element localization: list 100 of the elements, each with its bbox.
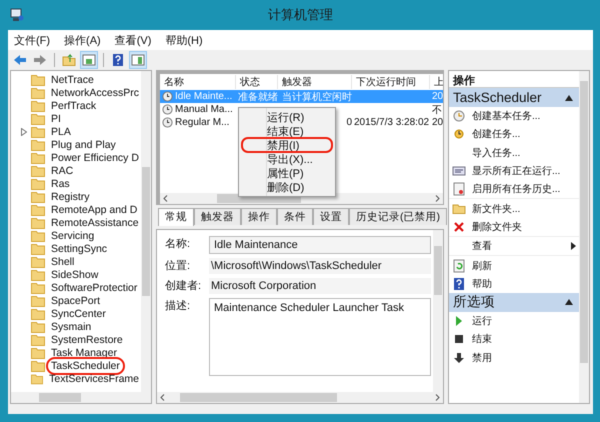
- scrollbar[interactable]: [157, 392, 443, 403]
- name-field[interactable]: Idle Maintenance: [209, 236, 431, 254]
- tree-item[interactable]: RemoteAssistance: [49, 216, 141, 228]
- tree-item[interactable]: Sysmain: [49, 320, 94, 332]
- folder-icon: [31, 334, 45, 346]
- action-item[interactable]: 显示所有正在运行...: [472, 164, 560, 178]
- scroll-right-icon[interactable]: [435, 394, 440, 401]
- tree-item[interactable]: SpacePort: [49, 294, 102, 306]
- section-title[interactable]: TaskScheduler: [453, 90, 542, 105]
- scrollbar[interactable]: [11, 392, 151, 403]
- menu-item[interactable]: 删除(D): [242, 180, 332, 194]
- action-item[interactable]: 禁用: [472, 350, 492, 365]
- task-name[interactable]: Manual Ma...: [175, 104, 233, 115]
- clock-icon: [162, 104, 173, 115]
- menu-item[interactable]: 文件(F): [14, 33, 50, 47]
- action-item[interactable]: 创建任务...: [472, 127, 520, 142]
- expand-icon[interactable]: [21, 128, 27, 136]
- menu-item[interactable]: 运行(R): [242, 110, 332, 124]
- action-item[interactable]: 刷新: [472, 258, 492, 273]
- menu-item[interactable]: 帮助(H): [165, 33, 203, 47]
- menu-item[interactable]: 操作(A): [64, 33, 101, 47]
- column-header[interactable]: 触发器: [278, 75, 352, 89]
- clock-icon: [162, 117, 173, 128]
- tree-item[interactable]: SettingSync: [49, 242, 110, 254]
- tree-item[interactable]: Plug and Play: [49, 138, 118, 150]
- folder-icon: [31, 268, 45, 280]
- menu-item[interactable]: 结束(E): [242, 124, 332, 138]
- clock-icon: [162, 91, 173, 102]
- section-title[interactable]: 所选项: [453, 293, 495, 312]
- tree-item[interactable]: Registry: [49, 190, 92, 202]
- tab[interactable]: 常规: [158, 208, 194, 226]
- folder-icon: [31, 346, 45, 358]
- folder-icon: [31, 294, 45, 306]
- action-item[interactable]: 创建基本任务...: [472, 109, 540, 124]
- tree-item[interactable]: SoftwareProtectior: [49, 282, 140, 294]
- folder-icon: [31, 308, 45, 320]
- action-item[interactable]: 帮助: [472, 276, 492, 291]
- clock-icon: [452, 127, 466, 142]
- tree-item[interactable]: RAC: [49, 164, 76, 176]
- tab[interactable]: 触发器: [194, 208, 241, 225]
- folder-up-icon[interactable]: [61, 52, 77, 68]
- field-value: Microsoft Corporation: [209, 278, 431, 294]
- column-header[interactable]: 下次运行时间: [352, 75, 430, 89]
- section-header[interactable]: 所选项: [449, 292, 579, 312]
- menu-item[interactable]: 查看(V): [114, 33, 152, 47]
- tree-item[interactable]: Ras: [49, 178, 72, 190]
- scroll-right-icon[interactable]: [435, 195, 440, 202]
- action-item[interactable]: 结束: [472, 332, 492, 346]
- tree-item[interactable]: Shell: [49, 256, 76, 268]
- folder-icon: [31, 138, 45, 150]
- action-item[interactable]: 查看: [472, 239, 492, 254]
- section-header[interactable]: TaskScheduler: [449, 88, 579, 107]
- menu-item[interactable]: 属性(P): [242, 166, 332, 180]
- folder-icon: [31, 126, 45, 138]
- tree-item[interactable]: Task Manager: [49, 346, 119, 358]
- tab[interactable]: 条件: [277, 208, 313, 225]
- tree-item[interactable]: SystemRestore: [49, 334, 125, 346]
- tree-item[interactable]: TextServicesFrame: [47, 372, 141, 384]
- action-item[interactable]: 删除文件夹: [472, 220, 522, 234]
- collapse-icon[interactable]: [565, 299, 573, 306]
- tree-item[interactable]: SideShow: [49, 268, 100, 280]
- tree-item[interactable]: NetworkAccessPrc: [48, 86, 141, 98]
- panel-icon[interactable]: [130, 52, 146, 68]
- tab[interactable]: 操作: [241, 208, 277, 225]
- tree-item[interactable]: NetTrace: [49, 74, 96, 86]
- task-name[interactable]: Regular M...: [175, 117, 230, 128]
- tree-item[interactable]: PI: [49, 112, 63, 124]
- description-field[interactable]: Maintenance Scheduler Launcher Task: [209, 298, 431, 376]
- help-icon[interactable]: [110, 52, 126, 68]
- forward-icon[interactable]: [32, 52, 48, 68]
- tree-item[interactable]: RemoteApp and D: [49, 204, 140, 216]
- scroll-left-icon[interactable]: [163, 195, 168, 202]
- tree-item[interactable]: Power Efficiency D: [49, 152, 141, 164]
- folder-icon: [31, 112, 45, 124]
- tab[interactable]: 设置: [313, 208, 349, 225]
- action-item[interactable]: 运行: [472, 314, 492, 328]
- scrollbar[interactable]: [579, 71, 589, 403]
- column-header[interactable]: 状态: [236, 75, 278, 89]
- tree-item[interactable]: Servicing: [49, 230, 96, 242]
- table-cell-text: 准备就绪: [238, 90, 278, 103]
- tree-item[interactable]: TaskScheduler: [49, 360, 122, 372]
- scrollbar[interactable]: [433, 230, 443, 392]
- action-item[interactable]: 启用所有任务历史...: [472, 182, 560, 196]
- tree-item[interactable]: PLA: [49, 126, 73, 138]
- scrollbar[interactable]: [141, 71, 151, 392]
- tree-item[interactable]: SyncCenter: [49, 308, 108, 320]
- collapse-icon[interactable]: [565, 94, 573, 100]
- scroll-left-icon[interactable]: [160, 394, 165, 401]
- panel-icon[interactable]: [81, 52, 97, 68]
- column-header[interactable]: 名称: [160, 75, 236, 89]
- tab[interactable]: 历史记录(已禁用): [349, 208, 447, 225]
- action-item[interactable]: 新文件夹...: [472, 202, 520, 216]
- folder-icon: [31, 372, 44, 384]
- menu-item[interactable]: 禁用(I): [242, 138, 332, 152]
- tree-item[interactable]: PerfTrack: [49, 100, 98, 112]
- action-item[interactable]: 导入任务...: [472, 146, 520, 160]
- back-icon[interactable]: [12, 52, 28, 68]
- folder-icon: [31, 256, 45, 268]
- folder-icon: [31, 320, 45, 332]
- menu-item[interactable]: 导出(X)...: [242, 152, 332, 166]
